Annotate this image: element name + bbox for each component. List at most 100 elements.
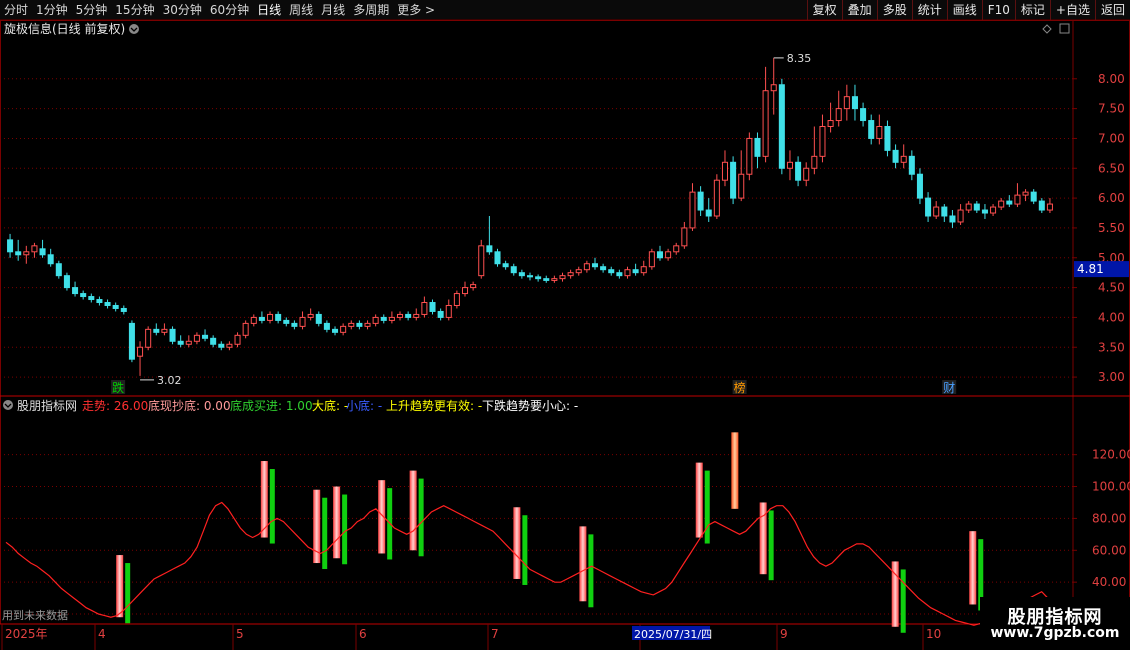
period-tab-3[interactable]: 15分钟 xyxy=(111,0,158,20)
signal-bar-green xyxy=(704,470,710,544)
candle-body xyxy=(600,266,607,271)
candle-body xyxy=(697,191,704,211)
period-tab-6[interactable]: 日线 xyxy=(253,0,285,20)
candle-body xyxy=(941,206,948,217)
candle-body xyxy=(242,322,249,336)
candle-body xyxy=(624,269,631,277)
cursor-date-label: 2025/07/31/四 xyxy=(634,628,712,641)
candle-body xyxy=(640,266,647,274)
candle-body xyxy=(55,263,62,277)
candle-body xyxy=(656,251,664,259)
candle-body xyxy=(518,272,525,277)
candle-body xyxy=(754,137,761,157)
candle-body xyxy=(713,179,720,217)
indicator-tick-label: 100.00 xyxy=(1092,480,1130,494)
time-label: 7 xyxy=(491,627,499,641)
candle-body xyxy=(616,272,623,277)
candle-body xyxy=(543,278,550,281)
candle-body xyxy=(811,155,818,169)
period-tab-10[interactable]: 更多 > xyxy=(393,0,439,20)
candle-body xyxy=(721,161,728,181)
candle-body xyxy=(1006,200,1013,205)
period-tab-5[interactable]: 60分钟 xyxy=(206,0,253,20)
indicator-legend-item: 底成买进: 1.00 xyxy=(230,398,313,413)
time-label: 10 xyxy=(926,627,941,641)
candle-body xyxy=(15,251,22,256)
action-button-2[interactable]: 多股 xyxy=(876,0,912,20)
period-tab-1[interactable]: 1分钟 xyxy=(32,0,72,20)
action-button-8[interactable]: 返回 xyxy=(1094,0,1130,20)
action-button-6[interactable]: 标记 xyxy=(1014,0,1050,20)
candle-body xyxy=(648,251,655,268)
candle-body xyxy=(177,340,184,345)
price-tick-label: 7.50 xyxy=(1098,102,1125,116)
candle-body xyxy=(388,316,395,321)
footnote: 用到未来数据 xyxy=(2,608,68,622)
candle-body xyxy=(851,96,858,110)
period-tab-7[interactable]: 周线 xyxy=(285,0,317,20)
candle-body xyxy=(559,275,566,280)
panel-max-icon xyxy=(1059,23,1070,34)
indicator-legend-item: 走势: 26.00 xyxy=(82,399,148,413)
candle-body xyxy=(778,84,785,169)
candle-body xyxy=(535,276,542,280)
time-axis: 2025年456789102025/07/31/四 xyxy=(1,624,941,650)
indicator-legend-item: 下跌趋势要小心: - xyxy=(482,398,578,413)
candle-body xyxy=(291,322,298,327)
high-label: 8.35 xyxy=(787,52,812,65)
candle-body xyxy=(193,334,200,342)
indicator-grid xyxy=(0,454,1073,615)
candle-body xyxy=(689,191,696,229)
candle-body xyxy=(827,120,834,128)
action-button-1[interactable]: 叠加 xyxy=(841,0,877,20)
candlestick-series xyxy=(7,57,1053,376)
candle-body xyxy=(981,209,988,214)
candle-body xyxy=(161,328,168,333)
action-button-4[interactable]: 画线 xyxy=(946,0,982,20)
candle-body xyxy=(632,269,639,274)
price-axis: 8.007.507.006.506.005.505.004.504.003.50… xyxy=(1073,72,1129,384)
candle-body xyxy=(998,200,1005,208)
action-button-3[interactable]: 统计 xyxy=(911,0,947,20)
signal-bar-pink xyxy=(579,526,587,602)
candle-body xyxy=(364,322,371,327)
candle-body xyxy=(965,203,972,211)
action-button-5[interactable]: F10 xyxy=(981,0,1015,20)
candle-body xyxy=(843,96,850,110)
period-tab-2[interactable]: 5分钟 xyxy=(72,0,112,20)
period-tab-8[interactable]: 月线 xyxy=(317,0,349,20)
candle-body xyxy=(112,304,119,309)
signal-bars xyxy=(116,432,984,633)
candle-body xyxy=(949,215,956,223)
candle-body xyxy=(916,173,923,199)
kline-chart[interactable]: 8.007.507.006.506.005.505.004.504.003.50… xyxy=(0,20,1130,650)
period-tab-4[interactable]: 30分钟 xyxy=(159,0,206,20)
candle-body xyxy=(990,206,997,214)
price-tick-label: 6.50 xyxy=(1098,161,1125,175)
candle-body xyxy=(234,334,241,345)
period-tab-9[interactable]: 多周期 xyxy=(349,0,393,20)
candle-body xyxy=(23,251,30,256)
period-tab-0[interactable]: 分时 xyxy=(0,0,32,20)
candle-body xyxy=(591,263,599,268)
time-label: 9 xyxy=(780,627,788,641)
candle-body xyxy=(746,137,753,175)
candle-body xyxy=(299,316,306,327)
price-tick-label: 4.00 xyxy=(1098,310,1125,324)
candle-body xyxy=(372,316,379,324)
signal-bar-pink xyxy=(969,531,977,605)
action-button-0[interactable]: 复权 xyxy=(806,0,842,20)
indicator-tick-label: 120.00 xyxy=(1092,448,1130,462)
candle-body xyxy=(437,310,444,318)
candle-body xyxy=(169,328,176,342)
signal-bar-green xyxy=(322,497,328,570)
price-tick-label: 6.00 xyxy=(1098,191,1125,205)
candle-body xyxy=(892,149,899,163)
action-button-7[interactable]: +自选 xyxy=(1049,0,1095,20)
time-label: 2025年 xyxy=(5,627,48,641)
action-buttons: 复权 叠加 多股 统计 画线 F10 标记 +自选 返回 xyxy=(806,0,1130,20)
candle-body xyxy=(96,299,103,304)
candle-body xyxy=(786,161,793,169)
low-label: 3.02 xyxy=(157,374,182,387)
signal-bar-green xyxy=(768,510,774,581)
